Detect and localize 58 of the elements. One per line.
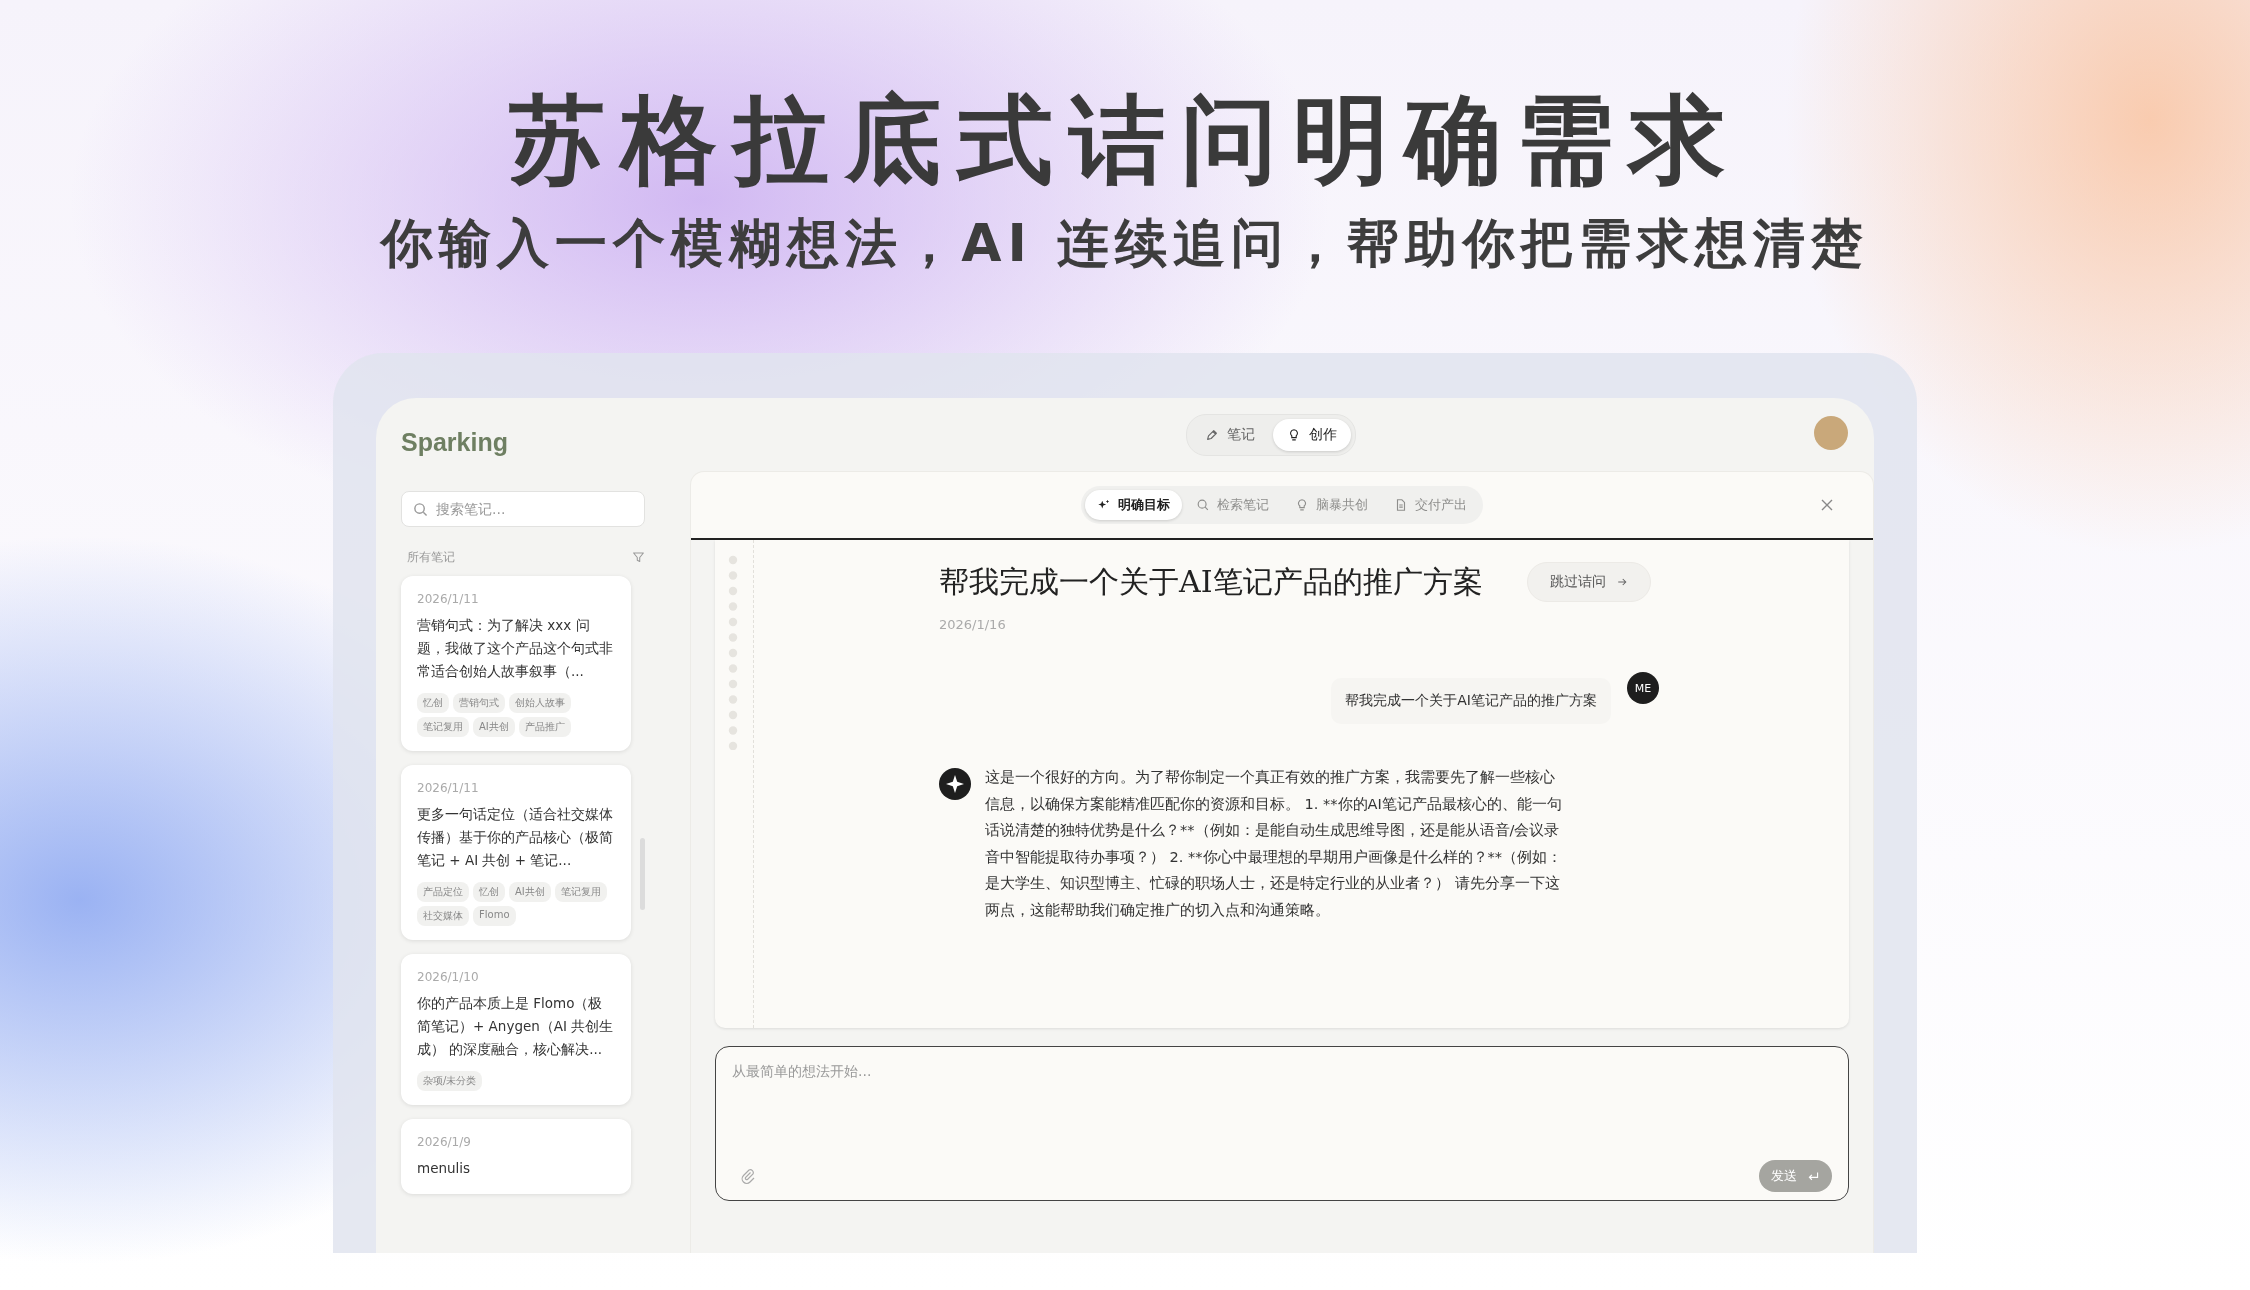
filter-icon[interactable] [632,551,645,564]
step-tab[interactable]: 交付产出 [1382,490,1479,520]
note-tag[interactable]: 笔记复用 [554,882,607,902]
user-message: 帮我完成一个关于AI笔记产品的推广方案 [1331,678,1611,724]
subheadline: 你输入一个模糊想法，AI 连续追问，帮助你把需求想清楚 [381,212,1869,275]
note-tag[interactable]: 忆创 [417,693,449,713]
close-icon[interactable] [1819,497,1835,513]
step-tab[interactable]: 检索笔记 [1184,490,1281,520]
list-label: 所有笔记 [407,549,455,566]
note-tag[interactable]: 社交媒体 [417,906,469,926]
scrollbar[interactable] [640,838,645,910]
note-tag[interactable]: 产品推广 [518,717,571,737]
note-tag[interactable]: 创始人故事 [509,693,571,713]
note-excerpt: 你的产品本质上是 Flomo（极简笔记）+ Anygen（AI 共创生成） 的深度融合，核心解决... [417,994,615,1059]
search-icon [1196,498,1210,512]
step-tab[interactable]: 明确目标 [1085,490,1182,520]
note-date: 2026/1/10 [417,970,480,984]
send-button[interactable]: 发送 [1759,1160,1832,1192]
note-tag[interactable]: Flomo [473,906,516,926]
step-tab[interactable]: 脑暴共创 [1283,490,1380,520]
pen-icon [1204,427,1219,442]
note-tag[interactable]: 杂项/未分类 [417,1071,483,1091]
sparkle-avatar-icon [939,768,971,800]
note-card[interactable]: 2026/1/11 营销句式：为了解决 xxx 问题，我做了这个产品这个句式非常适合创始人故事叙事（... 忆创 营销句式 创始人故事 笔记复用 AI共创 产品推广 [401,576,631,751]
search-field[interactable]: 搜索笔记... [401,491,645,527]
document-date: 2026/1/16 [939,617,1007,632]
user-avatar: ME [1627,672,1659,704]
message-composer[interactable]: 从最简单的想法开始... 发送 [715,1046,1849,1201]
note-tag[interactable]: AI共创 [509,882,551,902]
document-icon [1394,498,1408,512]
skip-button[interactable]: 跳过诘问 [1526,562,1651,602]
note-tag[interactable]: 产品定位 [417,882,469,902]
note-excerpt: 更多一句话定位（适合社交媒体传播）基于你的产品核心（极简笔记 + AI 共创 + 笔记... [417,805,614,870]
note-card[interactable]: 2026/1/11 更多一句话定位（适合社交媒体传播）基于你的产品核心（极简笔记 + AI 共创 + 笔记... 产品定位 忆创 AI共创 笔记复用 社交媒体 Flomo [401,765,631,940]
message-input[interactable]: 从最简单的想法开始... [716,1047,1848,1152]
note-date: 2026/1/9 [417,1135,472,1149]
headline: 苏格拉底式诘问明确需求 [509,83,1741,198]
note-tag[interactable]: 笔记复用 [417,717,469,737]
note-tag[interactable]: 忆创 [473,882,505,902]
note-date: 2026/1/11 [417,781,480,795]
assistant-message: 这是一个很好的方向。为了帮你制定一个真正有效的推广方案，我需要先了解一些核心信息，以确保方案能精准匹配你的资源和目标。 1. **你的AI笔记产品最核心的、能一句话说清楚的独特优势是什么？**（例如：是能自动生成思维导图，还是能从语音/会议录音中智能提取待办事项？） 2. **你心中最理想的早期用户画像是什么样的？**（例如：是大学生、知识型博主、忙碌的职场人士，还是特定行业的从业者？） 请先分享一下这两点，这能帮助我们确定推广的切入点和沟通策略。 [985,768,1563,920]
document-title: 帮我完成一个关于AI笔记产品的推广方案 [939,563,1483,601]
mode-tab[interactable]: 笔记 [1190,418,1269,451]
note-card[interactable]: 2026/1/10 你的产品本质上是 Flomo（极简笔记）+ Anygen（AI 共创生成） 的深度融合，核心解决... 杂项/未分类 [401,954,631,1105]
avatar-photo-placeholder[interactable] [1814,416,1848,450]
note-tag[interactable]: 营销句式 [453,693,505,713]
app-logo-text: Sparking [401,428,509,457]
note-card[interactable]: 2026/1/9 menulis [401,1119,631,1194]
search-icon [413,502,428,517]
note-excerpt: menulis [417,1159,472,1178]
arrow-right-icon [1615,576,1628,588]
enter-icon [1807,1169,1820,1183]
mode-tab[interactable]: 创作 [1272,418,1351,451]
note-excerpt: 营销句式：为了解决 xxx 问题，我做了这个产品这个句式非常适合创始人故事叙事（... [417,616,614,681]
paperclip-icon[interactable] [740,1168,756,1184]
lightbulb-icon [1295,498,1309,512]
note-date: 2026/1/11 [417,592,480,606]
note-tag[interactable]: AI共创 [473,717,515,737]
